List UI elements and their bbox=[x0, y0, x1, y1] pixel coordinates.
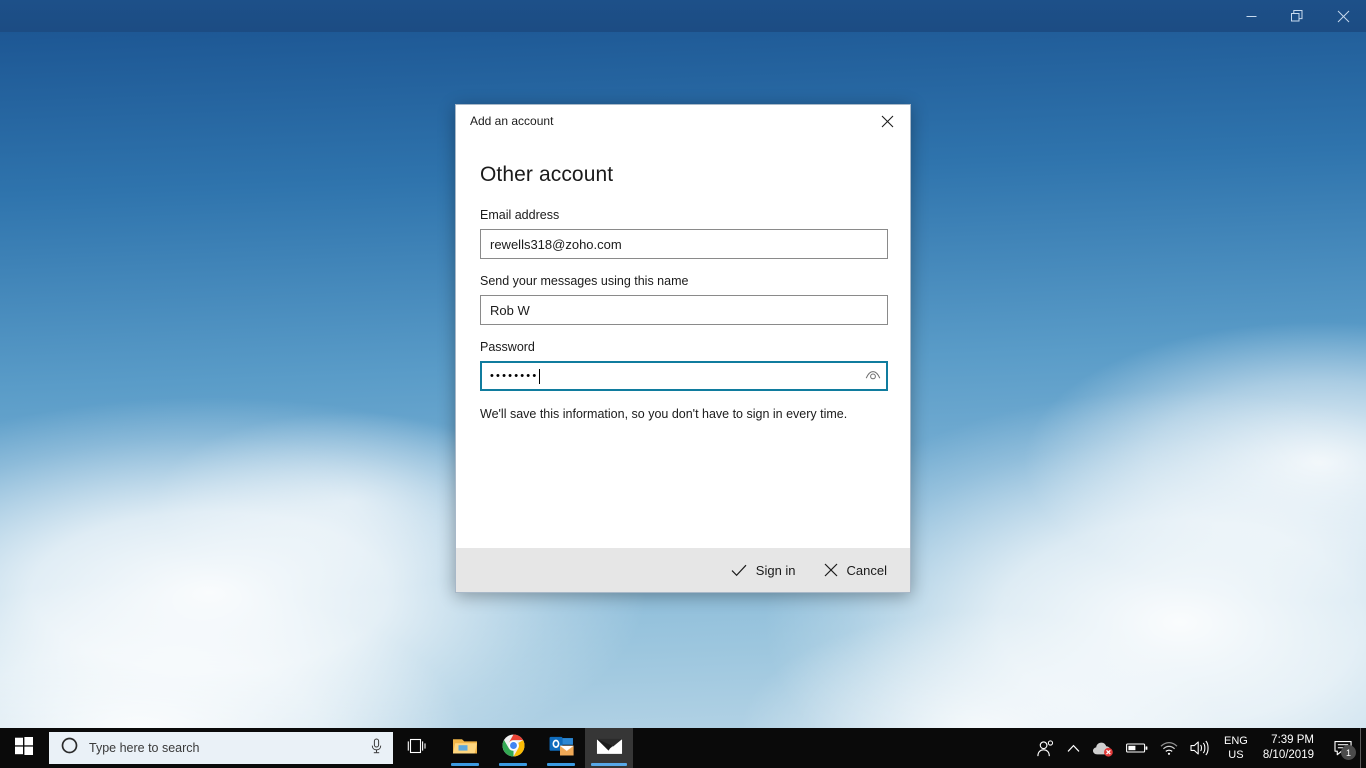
microphone-icon[interactable] bbox=[370, 738, 383, 759]
clock-date: 8/10/2019 bbox=[1262, 749, 1314, 761]
dialog-footer: Sign in Cancel bbox=[456, 548, 910, 592]
start-button[interactable] bbox=[0, 728, 48, 768]
minimize-button-visual[interactable] bbox=[1228, 0, 1274, 32]
running-indicator bbox=[547, 763, 575, 766]
password-label: Password bbox=[480, 340, 535, 354]
eye-icon[interactable] bbox=[862, 365, 884, 387]
password-field-group: Password •••••••• bbox=[480, 339, 888, 391]
taskbar: Type here to search ENG US 7:39 PM 8/10/… bbox=[0, 728, 1366, 768]
wifi-icon[interactable] bbox=[1154, 728, 1184, 768]
text-caret bbox=[539, 368, 541, 384]
clock[interactable]: 7:39 PM 8/10/2019 bbox=[1257, 728, 1326, 768]
chevron-up-icon[interactable] bbox=[1061, 728, 1086, 768]
cancel-button[interactable]: Cancel bbox=[815, 558, 896, 583]
password-input[interactable]: •••••••• bbox=[480, 361, 888, 391]
password-row: •••••••• bbox=[480, 361, 888, 391]
file-explorer-button[interactable] bbox=[441, 728, 489, 768]
search-placeholder: Type here to search bbox=[89, 741, 200, 755]
dialog-body: Other account Email address rewells318@z… bbox=[456, 137, 910, 423]
system-tray: ENG US 7:39 PM 8/10/2019 1 bbox=[1030, 728, 1366, 768]
close-icon bbox=[824, 563, 838, 577]
sign-in-label: Sign in bbox=[755, 562, 796, 578]
display-name-label: Send your messages using this name bbox=[480, 274, 689, 288]
language-line1: ENG bbox=[1223, 735, 1248, 747]
restore-button-visual[interactable] bbox=[1274, 0, 1320, 32]
onedrive-error-icon[interactable] bbox=[1086, 728, 1120, 768]
task-view-icon bbox=[407, 737, 427, 760]
running-indicator bbox=[499, 763, 527, 766]
add-account-dialog: Add an account Other account Email addre… bbox=[455, 104, 911, 593]
chrome-icon bbox=[501, 734, 525, 762]
cortana-circle-icon bbox=[61, 737, 78, 759]
clock-time: 7:39 PM bbox=[1271, 734, 1314, 746]
show-desktop-button[interactable] bbox=[1360, 728, 1366, 768]
email-label: Email address bbox=[480, 208, 560, 222]
search-input[interactable]: Type here to search bbox=[49, 732, 393, 764]
outlook-icon bbox=[549, 735, 574, 762]
help-text: We'll save this information, so you don'… bbox=[480, 407, 848, 421]
running-indicator bbox=[451, 763, 479, 766]
window-titlebar-bar bbox=[0, 0, 1366, 32]
mail-button[interactable] bbox=[585, 728, 633, 768]
close-window-button-visual[interactable] bbox=[1320, 0, 1366, 32]
google-chrome-button[interactable] bbox=[489, 728, 537, 768]
display-name-input[interactable]: Rob W bbox=[480, 295, 888, 325]
notification-icon[interactable]: 1 bbox=[1326, 728, 1360, 768]
speaker-icon[interactable] bbox=[1184, 728, 1215, 768]
cancel-label: Cancel bbox=[846, 562, 887, 578]
email-field-group: Email address rewells318@zoho.com bbox=[480, 207, 888, 259]
folder-icon bbox=[452, 735, 478, 761]
language-line2: US bbox=[1228, 749, 1244, 761]
running-indicator bbox=[591, 763, 627, 766]
notification-count-badge: 1 bbox=[1341, 745, 1356, 760]
password-masked-value: •••••••• bbox=[490, 370, 539, 382]
outlook-button[interactable] bbox=[537, 728, 585, 768]
check-icon bbox=[731, 564, 747, 577]
battery-icon[interactable] bbox=[1120, 728, 1154, 768]
display-name-field-group: Send your messages using this name Rob W bbox=[480, 273, 888, 325]
mail-envelope-icon bbox=[596, 736, 623, 761]
people-icon[interactable] bbox=[1030, 728, 1061, 768]
dialog-close-icon[interactable] bbox=[865, 105, 910, 137]
task-view-button[interactable] bbox=[393, 728, 441, 768]
dialog-titlebar: Add an account bbox=[456, 105, 910, 137]
dialog-title: Add an account bbox=[470, 114, 554, 128]
page-title: Other account bbox=[480, 163, 614, 186]
email-input[interactable]: rewells318@zoho.com bbox=[480, 229, 888, 259]
windows-logo-icon bbox=[15, 736, 33, 760]
language-indicator[interactable]: ENG US bbox=[1215, 728, 1257, 768]
display-name-value: Rob W bbox=[490, 302, 530, 318]
email-value: rewells318@zoho.com bbox=[490, 236, 622, 252]
sign-in-button[interactable]: Sign in bbox=[722, 558, 805, 583]
